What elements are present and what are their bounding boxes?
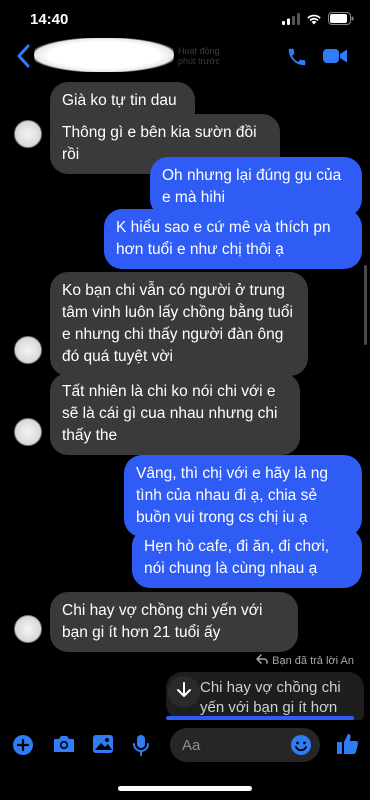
message-bubble-incoming[interactable]: Ko bạn chi vẫn có người ở trung tâm vinh… (50, 272, 308, 376)
avatar[interactable] (14, 418, 42, 446)
avatar[interactable] (14, 615, 42, 643)
phone-icon[interactable] (286, 46, 308, 73)
composer-bar: Aa (0, 722, 370, 770)
status-time: 14:40 (30, 11, 69, 28)
message-bubble-incoming[interactable]: Chi hay vợ chồng chi yến với bạn gi ít h… (50, 592, 298, 652)
emoji-icon[interactable] (290, 734, 312, 760)
microphone-icon[interactable] (133, 734, 149, 761)
battery-icon (328, 12, 354, 30)
plus-icon[interactable] (12, 734, 34, 761)
message-input[interactable]: Aa (170, 728, 320, 762)
reply-label: Bạn đã trả lời An (256, 654, 354, 667)
wifi-icon (306, 12, 322, 30)
reply-arrow-icon (256, 654, 268, 667)
thumbs-up-icon[interactable] (336, 732, 360, 761)
status-bar: 14:40 (0, 0, 370, 40)
message-bubble-incoming[interactable]: Tất nhiên là chi ko nói chi với e sẽ là … (50, 373, 300, 455)
message-bubble-outgoing[interactable]: Hẹn hò cafe, đi ăn, đi chơi, nói chung l… (132, 528, 362, 588)
contact-name-obscured[interactable] (34, 38, 174, 72)
arrow-down-icon (177, 681, 191, 703)
chat-header: Hoạt động phút trước (0, 38, 370, 76)
status-icons (282, 12, 354, 30)
message-bubble-outgoing[interactable]: Vâng, thì chị với e hãy là ng tình của n… (124, 455, 362, 537)
back-arrow-icon[interactable] (16, 44, 36, 68)
scroll-to-bottom-button[interactable] (168, 676, 200, 708)
message-bubble-outgoing[interactable]: Oh nhưng lại đúng gu của e mà hihi (150, 157, 362, 217)
avatar[interactable] (14, 336, 42, 364)
contact-status: Hoạt động phút trước (178, 46, 220, 66)
message-bubble-outgoing[interactable]: K hiểu sao e cứ mê và thích pn hơn tuổi … (104, 209, 362, 269)
video-camera-icon[interactable] (322, 46, 348, 71)
home-indicator (118, 786, 252, 791)
reply-outgoing-edge (166, 716, 354, 720)
scrollbar[interactable] (364, 265, 367, 345)
camera-icon[interactable] (52, 734, 76, 759)
avatar[interactable] (14, 120, 42, 148)
signal-icon (282, 12, 300, 30)
photo-icon[interactable] (92, 734, 114, 759)
